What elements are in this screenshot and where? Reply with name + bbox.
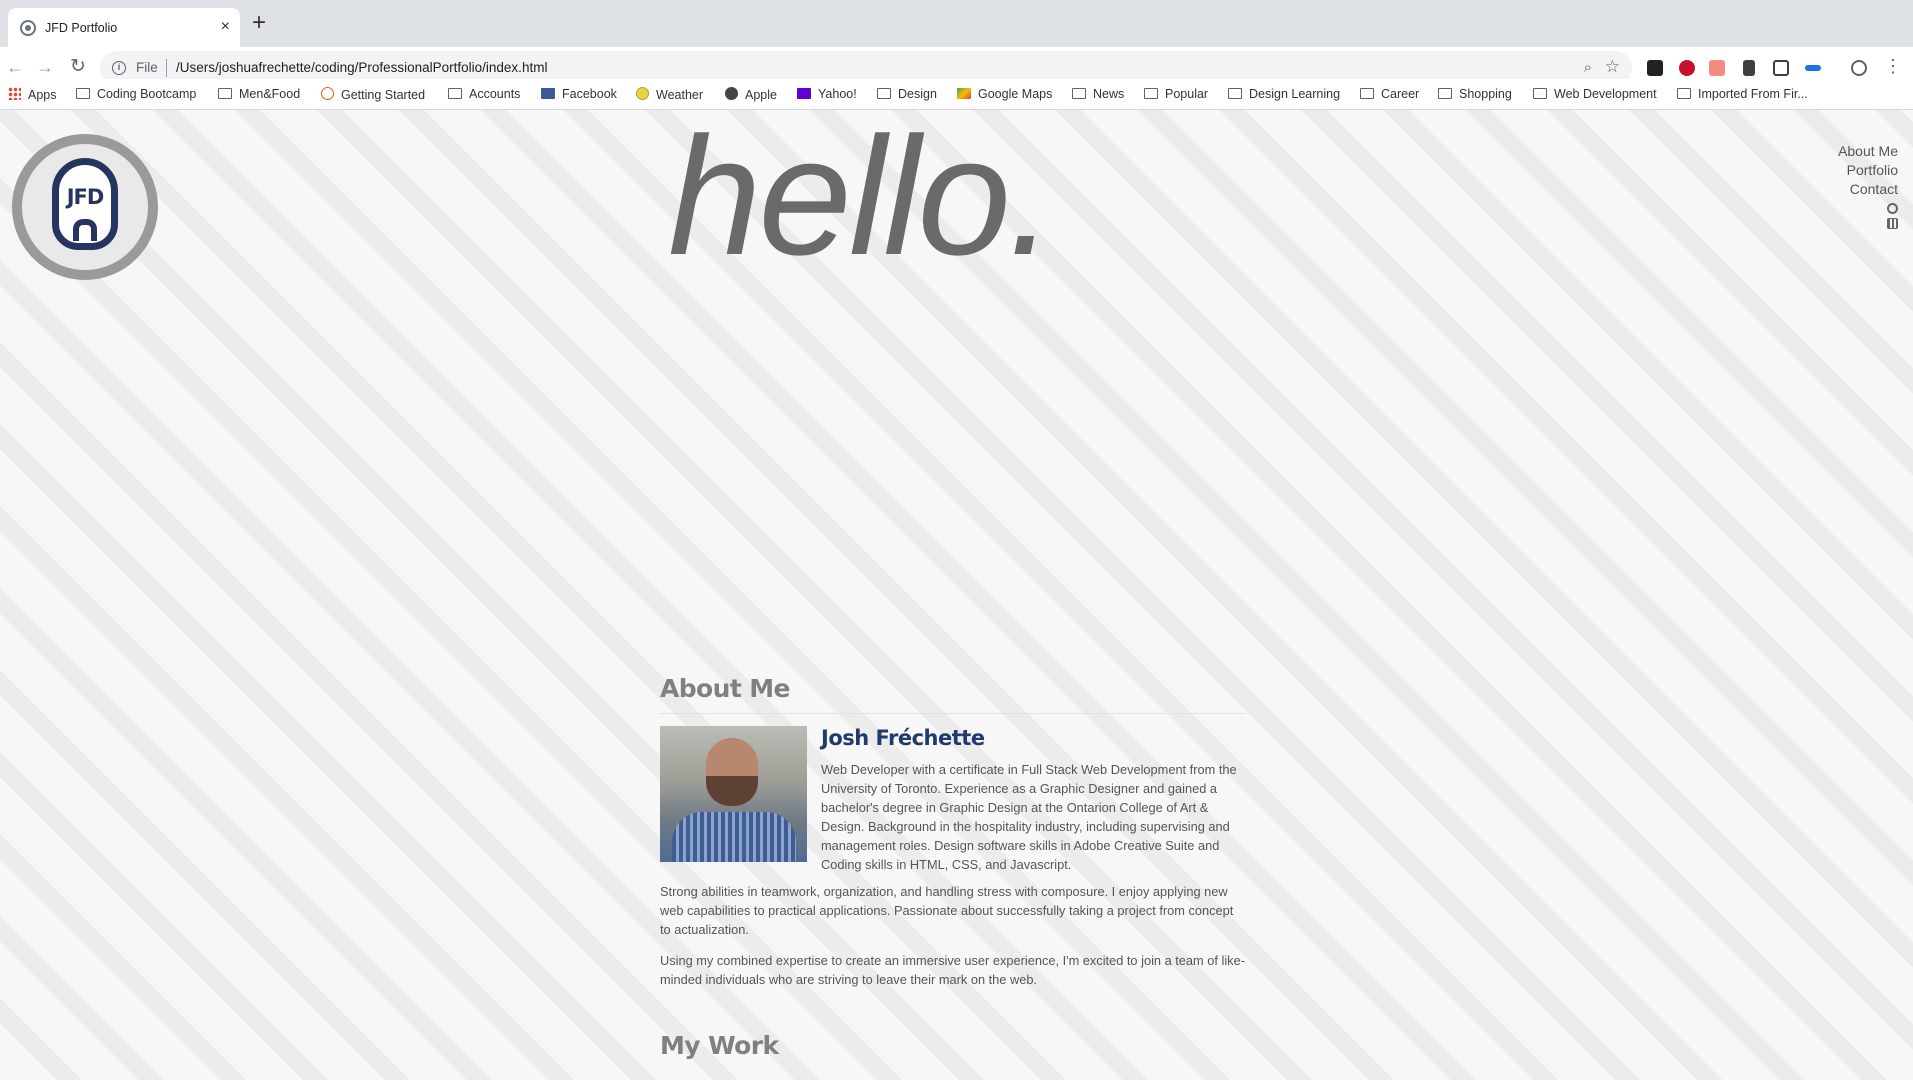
bookmark-men-food[interactable]: Men&Food	[218, 87, 300, 101]
bookmark-web-development[interactable]: Web Development	[1533, 87, 1657, 101]
tab-strip: JFD Portfolio × +	[0, 0, 1913, 47]
site-nav: About Me Portfolio Contact	[1838, 142, 1898, 229]
apple-icon	[725, 87, 738, 100]
profile-name: Josh Fréchette	[821, 726, 985, 750]
bio-block: Josh Fréchette Web Developer with a cert…	[660, 726, 1246, 872]
profile-avatar-icon[interactable]	[1851, 60, 1867, 76]
browser-tab[interactable]: JFD Portfolio ×	[8, 8, 240, 47]
nav-contact-link[interactable]: Contact	[1838, 180, 1898, 199]
extension-transfer-icon[interactable]	[1805, 65, 1821, 71]
bookmark-design-learning[interactable]: Design Learning	[1228, 87, 1340, 101]
bookmark-coding-bootcamp[interactable]: Coding Bootcamp	[76, 87, 196, 101]
folder-icon	[1228, 88, 1242, 99]
linkedin-icon[interactable]	[1887, 218, 1898, 229]
github-icon[interactable]	[1887, 203, 1898, 214]
new-tab-icon[interactable]: +	[252, 11, 266, 35]
folder-icon	[1533, 88, 1547, 99]
main-content: About Me Josh Fréchette Web Developer wi…	[660, 674, 1246, 1060]
bookmark-accounts[interactable]: Accounts	[448, 87, 520, 101]
folder-icon	[1072, 88, 1086, 99]
extension-arrow-icon[interactable]	[1709, 60, 1725, 76]
extension-pen-icon[interactable]	[1743, 60, 1755, 76]
bookmark-apps[interactable]: Apps	[8, 87, 57, 102]
close-tab-icon[interactable]: ×	[221, 18, 230, 36]
about-section-title: About Me	[660, 674, 791, 703]
address-url[interactable]: /Users/joshuafrechette/coding/Profession…	[176, 60, 547, 75]
zoom-icon[interactable]: ⌕	[1584, 59, 1592, 76]
bookmark-popular[interactable]: Popular	[1144, 87, 1208, 101]
section-divider	[660, 713, 1246, 714]
profile-photo	[660, 726, 807, 862]
bookmark-shopping[interactable]: Shopping	[1438, 87, 1512, 101]
address-scheme: File	[136, 60, 158, 75]
bookmarks-bar: Apps Coding Bootcamp Men&Food Getting St…	[0, 79, 1913, 110]
bio-paragraph: Web Developer with a certificate in Full…	[821, 762, 1237, 872]
address-divider	[166, 59, 167, 77]
extension-shield-icon[interactable]	[1647, 60, 1663, 76]
photo-beard	[706, 776, 758, 806]
folder-icon	[1144, 88, 1158, 99]
work-section-title: My Work	[660, 1031, 779, 1060]
facebook-icon	[541, 88, 555, 99]
bookmark-google-maps[interactable]: Google Maps	[957, 87, 1052, 101]
nav-portfolio-link[interactable]: Portfolio	[1838, 161, 1898, 180]
about-paragraph-2: Strong abilities in teamwork, organizati…	[660, 884, 1234, 937]
apps-grid-icon	[8, 87, 21, 100]
tab-title: JFD Portfolio	[45, 21, 118, 35]
folder-icon	[877, 88, 891, 99]
bookmark-apple[interactable]: Apple	[725, 87, 777, 102]
back-arrow-icon[interactable]: ←	[6, 57, 24, 77]
bookmark-design[interactable]: Design	[877, 87, 937, 101]
nav-about-link[interactable]: About Me	[1838, 142, 1898, 161]
forward-arrow-icon[interactable]: →	[36, 57, 54, 77]
folder-icon	[448, 88, 462, 99]
browser-menu-icon[interactable]: ⋮	[1884, 56, 1902, 76]
extension-flag-icon[interactable]	[1679, 60, 1695, 76]
folder-icon	[76, 88, 90, 99]
firefox-icon	[321, 87, 334, 100]
extension-capture-icon[interactable]	[1773, 60, 1789, 76]
page-viewport: JFD hello. About Me Portfolio Contact Ab…	[0, 110, 1913, 1080]
jfd-logo[interactable]: JFD	[12, 134, 158, 280]
reload-icon[interactable]: ↻	[70, 57, 86, 77]
bookmark-career[interactable]: Career	[1360, 87, 1419, 101]
bookmark-imported[interactable]: Imported From Fir...	[1677, 87, 1808, 101]
bookmark-getting-started[interactable]: Getting Started	[321, 87, 425, 102]
bookmark-news[interactable]: News	[1072, 87, 1124, 101]
bookmark-yahoo[interactable]: Yahoo!	[797, 87, 857, 101]
google-maps-icon	[957, 88, 971, 99]
info-icon[interactable]: i	[112, 61, 126, 75]
weather-icon	[636, 87, 649, 100]
photo-shirt	[672, 812, 796, 862]
hero-greeting: hello.	[668, 110, 1055, 290]
logo-head-icon: JFD	[52, 158, 118, 250]
logo-text: JFD	[66, 185, 105, 209]
folder-icon	[1677, 88, 1691, 99]
about-paragraph-3: Using my combined expertise to create an…	[660, 953, 1245, 987]
bookmark-facebook[interactable]: Facebook	[541, 87, 617, 101]
folder-icon	[1360, 88, 1374, 99]
folder-icon	[1438, 88, 1452, 99]
site-favicon-icon	[20, 20, 36, 36]
bookmark-weather[interactable]: Weather	[636, 87, 703, 102]
yahoo-icon	[797, 88, 811, 99]
logo-mouth-icon	[73, 219, 97, 241]
folder-icon	[218, 88, 232, 99]
bookmark-star-icon[interactable]: ☆	[1605, 57, 1620, 77]
